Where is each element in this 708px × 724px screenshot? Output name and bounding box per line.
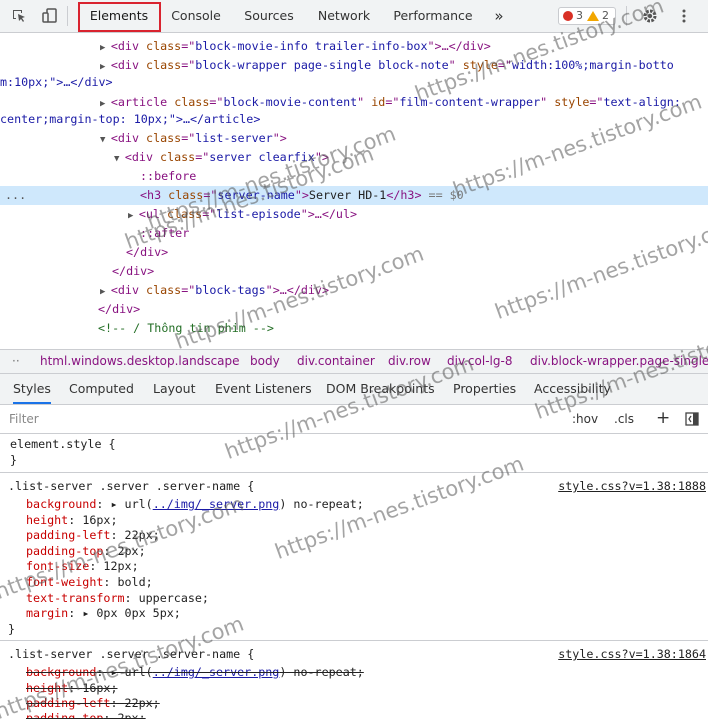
breadcrumb-item[interactable]: div.container <box>297 350 375 373</box>
css-declaration-overridden[interactable]: background: ▸ url(../img/_server.png) no… <box>26 665 364 681</box>
css-declaration-overridden[interactable]: padding-top: 2px; <box>26 711 146 719</box>
breadcrumb-item[interactable]: body <box>250 350 280 373</box>
styles-rules: element.style { } .list-server .server .… <box>0 434 708 719</box>
tab-computed[interactable]: Computed <box>69 374 134 404</box>
toggle-sidebar-icon[interactable] <box>685 412 699 426</box>
expand-arrow-icon[interactable]: ▼ <box>100 135 111 145</box>
rule-divider <box>0 472 708 473</box>
breadcrumb-item[interactable]: html.windows.desktop.landscape <box>40 350 240 373</box>
breadcrumb-item[interactable]: div.block-wrapper.page-single <box>530 350 708 373</box>
toolbar-divider <box>67 6 68 26</box>
tab-performance[interactable]: Performance <box>389 0 477 32</box>
css-declaration[interactable]: margin: ▸ 0px 0px 5px; <box>26 606 181 622</box>
expand-arrow-icon[interactable]: ▼ <box>114 154 125 164</box>
element-style-selector[interactable]: element.style { <box>10 437 116 453</box>
tab-layout[interactable]: Layout <box>153 374 196 404</box>
toolbar-divider <box>626 6 627 26</box>
more-tabs-button[interactable]: » <box>488 0 510 32</box>
devtools-toolbar: Elements Console Sources Network Perform… <box>0 0 708 33</box>
css-declaration[interactable]: font-weight: bold; <box>26 575 153 591</box>
row-ellipsis[interactable]: ... <box>5 186 26 205</box>
dom-tree: ... ▶ <div class="block-movie-info trail… <box>0 33 708 348</box>
pseudo-after[interactable]: ::after <box>140 224 708 243</box>
hov-button[interactable]: :hov <box>572 412 598 426</box>
css-declaration[interactable]: padding-top: 2px; <box>26 544 146 560</box>
pseudo-before[interactable]: ::before <box>140 167 708 186</box>
warning-icon <box>587 11 599 21</box>
filter-input[interactable]: Filter <box>9 412 39 426</box>
rule-close: } <box>8 622 16 636</box>
issues-badge[interactable]: 3 2 <box>558 7 616 25</box>
filter-bar: Filter :hov .cls + <box>0 405 708 434</box>
inspect-element-icon[interactable] <box>11 8 27 24</box>
rule-close: } <box>10 453 18 467</box>
rule-source-link[interactable]: style.css?v=1.38:1864 <box>558 647 706 663</box>
dom-close-tag[interactable]: </div> <box>98 300 708 319</box>
css-declaration-overridden[interactable]: height: 16px; <box>26 681 118 697</box>
new-rule-button[interactable]: + <box>656 408 670 428</box>
tab-console[interactable]: Console <box>164 0 228 32</box>
collapse-arrow-icon[interactable]: ▶ <box>100 62 111 72</box>
dom-node-list-server[interactable]: ▼ <div class="list-server"> <box>100 129 708 150</box>
device-toolbar-icon[interactable] <box>42 8 58 24</box>
dom-node[interactable]: ▶ <ul class="list-episode">…</ul> <box>128 205 708 226</box>
tab-styles[interactable]: Styles <box>13 374 51 404</box>
tab-event-listeners[interactable]: Event Listeners <box>215 374 312 404</box>
css-declaration[interactable]: font-size: 12px; <box>26 559 139 575</box>
rule-selector[interactable]: .list-server .server .server-name { <box>8 479 254 495</box>
tab-accessibility[interactable]: Accessibility <box>534 374 611 404</box>
breadcrumb-item[interactable]: div.col-lg-8 <box>447 350 512 373</box>
dom-node-selected[interactable]: <h3 class="server-name">Server HD-1</h3>… <box>140 186 708 205</box>
styles-pane-tabs: Styles Computed Layout Event Listeners D… <box>0 374 708 405</box>
collapse-arrow-icon[interactable]: ▶ <box>128 211 139 221</box>
collapse-arrow-icon[interactable]: ▶ <box>100 43 111 53</box>
dom-node[interactable]: ▶ <div class="block-tags">…</div> <box>100 281 708 302</box>
css-declaration[interactable]: background: ▸ url(../img/_server.png) no… <box>26 497 364 513</box>
tab-dom-breakpoints[interactable]: DOM Breakpoints <box>326 374 435 404</box>
dom-node-wrap: center;margin-top: 10px;">…</article> <box>0 112 261 126</box>
gear-icon[interactable] <box>642 8 658 24</box>
dom-close-tag[interactable]: </div> <box>126 243 708 262</box>
css-declaration[interactable]: height: 16px; <box>26 513 118 529</box>
tab-sources[interactable]: Sources <box>238 0 300 32</box>
dom-comment[interactable]: <!-- / Thông tin phim --> <box>98 319 708 338</box>
cls-button[interactable]: .cls <box>614 412 634 426</box>
rule-divider <box>0 640 708 641</box>
kebab-menu-icon[interactable] <box>676 8 692 24</box>
dom-close-tag[interactable]: </div> <box>112 262 708 281</box>
rule-selector[interactable]: .list-server .server .server-name { <box>8 647 254 663</box>
errors-count: 3 <box>576 9 583 22</box>
dom-node[interactable]: ▶ <div class="block-movie-info trailer-i… <box>100 37 708 58</box>
dom-node-wrap: m:10px;">…</div> <box>0 75 113 89</box>
collapse-arrow-icon[interactable]: ▶ <box>100 287 111 297</box>
rule-source-link[interactable]: style.css?v=1.38:1888 <box>558 479 706 495</box>
css-declaration-overridden[interactable]: padding-left: 22px; <box>26 696 160 712</box>
tab-elements[interactable]: Elements <box>86 0 152 32</box>
breadcrumb-item[interactable]: div.row <box>388 350 431 373</box>
warnings-count: 2 <box>602 9 609 22</box>
tab-network[interactable]: Network <box>311 0 377 32</box>
tab-properties[interactable]: Properties <box>453 374 516 404</box>
css-declaration[interactable]: text-transform: uppercase; <box>26 591 209 607</box>
collapse-arrow-icon[interactable]: ▶ <box>100 99 111 109</box>
breadcrumb-scroll-left[interactable]: ·· <box>12 350 20 373</box>
dom-node-server[interactable]: ▼ <div class="server clearfix"> <box>114 148 708 169</box>
css-declaration[interactable]: padding-left: 22px; <box>26 528 160 544</box>
error-icon <box>563 11 573 21</box>
breadcrumb: ·· html.windows.desktop.landscape body d… <box>0 349 708 374</box>
